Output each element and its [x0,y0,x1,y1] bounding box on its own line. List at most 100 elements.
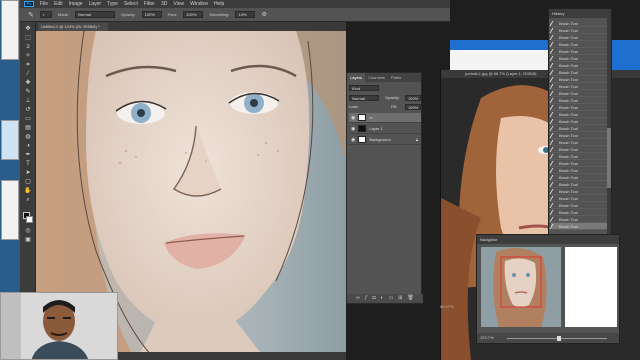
tab-layers[interactable]: Layers [347,73,366,82]
navigator-preview[interactable] [481,247,561,327]
history-item-label: Brush Tool [559,76,578,82]
history-item[interactable]: Brush Tool [549,104,609,111]
background-color-swatch[interactable] [26,216,33,223]
gradient-tool-icon[interactable]: ▤ [24,125,32,132]
history-item[interactable]: Brush Tool [549,160,609,167]
layer-fill-field[interactable]: 100% [405,104,421,110]
layer-row-lo[interactable]: ◉ lo [349,113,421,123]
menu-image[interactable]: Image [69,1,83,7]
crop-tool-icon[interactable]: ⌗ [24,62,32,69]
history-item[interactable]: Brush Tool [549,27,609,34]
blend-mode-select[interactable]: Normal [349,95,379,101]
brush-icon[interactable]: ✎ [28,11,34,19]
tab-paths[interactable]: Paths [388,73,404,82]
history-item[interactable]: Brush Tool [549,195,609,202]
history-item[interactable]: Brush Tool [549,90,609,97]
stamp-tool-icon[interactable]: ⊥ [24,98,32,105]
eye-icon[interactable]: ◉ [351,115,355,121]
history-item[interactable]: Brush Tool [549,41,609,48]
menu-3d[interactable]: 3D [161,1,167,7]
hand-tool-icon[interactable]: ✋ [24,188,32,195]
menu-edit[interactable]: Edit [54,1,63,7]
path-select-tool-icon[interactable]: ➤ [24,170,32,177]
history-item[interactable]: Brush Tool [549,55,609,62]
history-item[interactable]: Brush Tool [549,132,609,139]
history-item[interactable]: Brush Tool [549,20,609,27]
mode-select[interactable]: Normal [75,11,115,18]
history-item[interactable]: Brush Tool [549,174,609,181]
document-tab[interactable]: Untitled-1 @ 124% (Or, RGB/8) * [38,23,108,31]
menu-filter[interactable]: Filter [144,1,155,7]
gear-icon[interactable]: ⚙ [261,11,266,18]
quick-mask-icon[interactable]: ◎ [24,228,32,235]
type-tool-icon[interactable]: T [24,161,32,168]
history-item[interactable]: Brush Tool [549,167,609,174]
trash-icon[interactable]: 🗑︎ [408,294,414,303]
history-item[interactable]: Brush Tool [549,118,609,125]
history-item[interactable]: Brush Tool [549,76,609,83]
smoothing-field[interactable]: 10% [235,11,256,18]
dodge-tool-icon[interactable]: ◑ [24,143,32,150]
history-item[interactable]: Brush Tool [549,139,609,146]
move-tool-icon[interactable]: ✥ [24,26,32,33]
history-item[interactable]: Brush Tool [549,146,609,153]
menu-select[interactable]: Select [124,1,138,7]
history-item[interactable]: Brush Tool [549,62,609,69]
layer-row-background[interactable]: ◉ Background 🔒︎ [349,135,421,145]
layer-row-layer-1[interactable]: ◉ Layer 1 [349,124,421,134]
navigator-slider-knob[interactable] [557,336,561,341]
history-item[interactable]: Brush Tool [549,188,609,195]
zoom-tool-icon[interactable]: ⌕ [24,197,32,204]
history-item[interactable]: Brush Tool [549,34,609,41]
link-icon[interactable]: ∞ [356,294,360,303]
history-item[interactable]: Brush Tool [549,97,609,104]
history-item[interactable]: Brush Tool [549,111,609,118]
mask-icon[interactable]: ◘ [373,294,376,303]
history-item[interactable]: Brush Tool [549,202,609,209]
marquee-tool-icon[interactable]: ⬚ [24,35,32,42]
history-panel: History Brush Tool Brush Tool Brush Tool Br… [548,8,612,244]
history-item[interactable]: Brush Tool [549,153,609,160]
options-bar: ✎ • Mode: Normal Opacity: 100% Flow: 100… [20,8,450,22]
history-scrollbar[interactable] [607,18,611,236]
menu-layer[interactable]: Layer [89,1,102,7]
menu-view[interactable]: View [173,1,184,7]
history-item[interactable]: Brush Tool [549,69,609,76]
shape-tool-icon[interactable]: ▢ [24,179,32,186]
scroll-thumb[interactable] [607,128,611,188]
kind-filter-select[interactable]: Kind [349,85,379,91]
eye-icon[interactable]: ◉ [351,126,355,132]
history-item[interactable]: Brush Tool [549,181,609,188]
history-item[interactable]: Brush Tool [549,209,609,216]
menu-type[interactable]: Type [107,1,118,7]
menu-file[interactable]: File [40,1,48,7]
history-item[interactable]: Brush Tool [549,216,609,223]
eraser-tool-icon[interactable]: ▭ [24,116,32,123]
screen-mode-icon[interactable]: ▣ [24,237,32,244]
brush-preset-picker[interactable]: • [39,11,52,18]
lock-icon: 🔒︎ [415,137,418,142]
quick-select-tool-icon[interactable]: ✧ [24,53,32,60]
opacity-field[interactable]: 100% [141,11,162,18]
history-item[interactable]: Brush Tool [549,223,609,230]
menu-window[interactable]: Window [190,1,208,7]
eyedropper-tool-icon[interactable]: ⁄ [24,71,32,78]
layer-opacity-field[interactable]: 100% [405,95,421,101]
brush-tool-icon[interactable]: ✎ [24,89,32,96]
lasso-tool-icon[interactable]: ↄ [24,44,32,51]
history-item[interactable]: Brush Tool [549,48,609,55]
blur-tool-icon[interactable]: ◍ [24,134,32,141]
menu-help[interactable]: Help [214,1,224,7]
flow-field[interactable]: 100% [183,11,204,18]
pen-tool-icon[interactable]: ✒ [24,152,32,159]
history-item[interactable]: Brush Tool [549,125,609,132]
folder-icon[interactable]: ▭ [389,294,394,303]
eye-icon[interactable]: ◉ [351,137,355,143]
history-item[interactable]: Brush Tool [549,83,609,90]
adjustment-icon[interactable]: ◐ [381,294,384,303]
history-brush-tool-icon[interactable]: ↺ [24,107,32,114]
healing-tool-icon[interactable]: ✚ [24,80,32,87]
fx-icon[interactable]: ƒ [365,294,368,303]
tab-channels[interactable]: Channels [365,73,388,82]
new-layer-icon[interactable]: ⊞ [398,294,402,303]
